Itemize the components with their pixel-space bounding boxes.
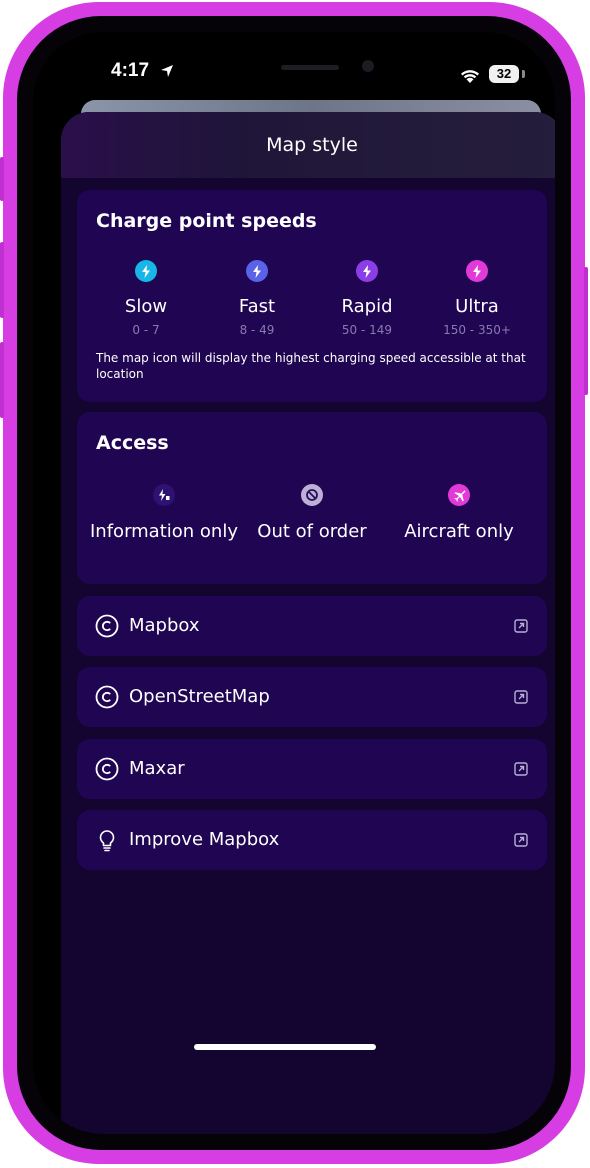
location-arrow-icon xyxy=(161,65,173,77)
power-button xyxy=(584,267,588,395)
home-indicator[interactable] xyxy=(194,1044,376,1050)
action-button xyxy=(0,157,4,201)
charge-speeds-note: The map icon will display the highest ch… xyxy=(96,351,526,381)
copyright-icon xyxy=(95,614,119,638)
speed-label: Ultra xyxy=(455,296,499,317)
phone-bezel: 4:17 32 Map style Charge point speeds Sl… xyxy=(17,16,571,1150)
battery-nub xyxy=(522,70,525,78)
charge-speeds-card: Charge point speeds Slow 0 - 7 Fast 8 - … xyxy=(77,190,547,402)
airplane-icon xyxy=(448,484,470,506)
info-bolt-icon xyxy=(153,484,175,506)
access-title: Access xyxy=(96,432,169,454)
status-time: 4:17 xyxy=(111,60,150,81)
link-mapbox[interactable]: Mapbox xyxy=(77,596,547,656)
speed-label: Rapid xyxy=(341,296,393,317)
link-maxar[interactable]: Maxar xyxy=(77,739,547,799)
speaker-grille xyxy=(281,65,339,70)
link-label: Mapbox xyxy=(129,615,200,636)
link-label: Maxar xyxy=(129,758,185,779)
speed-slow: Slow 0 - 7 xyxy=(91,260,201,337)
access-out-of-order: Out of order xyxy=(237,484,387,543)
speed-ultra: Ultra 150 - 350+ xyxy=(422,260,532,337)
battery-indicator: 32 xyxy=(489,65,519,83)
copyright-icon xyxy=(95,757,119,781)
access-card: Access Information only Out of order Air… xyxy=(77,412,547,584)
charge-speeds-title: Charge point speeds xyxy=(96,210,317,232)
bolt-icon xyxy=(466,260,488,282)
map-style-sheet: Map style Charge point speeds Slow 0 - 7 xyxy=(61,112,555,1134)
speed-fast: Fast 8 - 49 xyxy=(202,260,312,337)
copyright-icon xyxy=(95,685,119,709)
speed-range: 150 - 350+ xyxy=(443,323,511,337)
access-label: Information only xyxy=(90,521,238,542)
sheet-header: Map style xyxy=(61,112,555,178)
link-label: OpenStreetMap xyxy=(129,686,270,707)
speed-range: 0 - 7 xyxy=(132,323,160,337)
bolt-icon xyxy=(356,260,378,282)
phone-frame: 4:17 32 Map style Charge point speeds Sl… xyxy=(0,2,588,1164)
screen: 4:17 32 Map style Charge point speeds Sl… xyxy=(33,32,555,1134)
access-information-only: Information only xyxy=(89,484,239,543)
speed-range: 50 - 149 xyxy=(341,323,393,337)
volume-up-button xyxy=(0,242,4,318)
access-label: Out of order xyxy=(257,521,367,542)
speed-rapid: Rapid 50 - 149 xyxy=(312,260,422,337)
external-link-icon xyxy=(514,762,528,776)
link-openstreetmap[interactable]: OpenStreetMap xyxy=(77,667,547,727)
link-label: Improve Mapbox xyxy=(129,829,280,850)
front-camera xyxy=(362,60,374,72)
access-label: Aircraft only xyxy=(404,521,514,542)
prohibited-icon xyxy=(301,484,323,506)
sheet-title: Map style xyxy=(266,134,358,156)
bolt-icon xyxy=(135,260,157,282)
volume-down-button xyxy=(0,342,4,418)
external-link-icon xyxy=(514,690,528,704)
status-bar: 4:17 32 xyxy=(33,32,555,92)
wifi-icon xyxy=(461,70,479,83)
external-link-icon xyxy=(514,619,528,633)
speed-label: Slow xyxy=(124,296,168,317)
access-aircraft-only: Aircraft only xyxy=(384,484,534,543)
speed-label: Fast xyxy=(238,296,276,317)
link-improve-mapbox[interactable]: Improve Mapbox xyxy=(77,810,547,870)
external-link-icon xyxy=(514,833,528,847)
bolt-icon xyxy=(246,260,268,282)
lightbulb-icon xyxy=(99,830,115,852)
speed-range: 8 - 49 xyxy=(239,323,275,337)
